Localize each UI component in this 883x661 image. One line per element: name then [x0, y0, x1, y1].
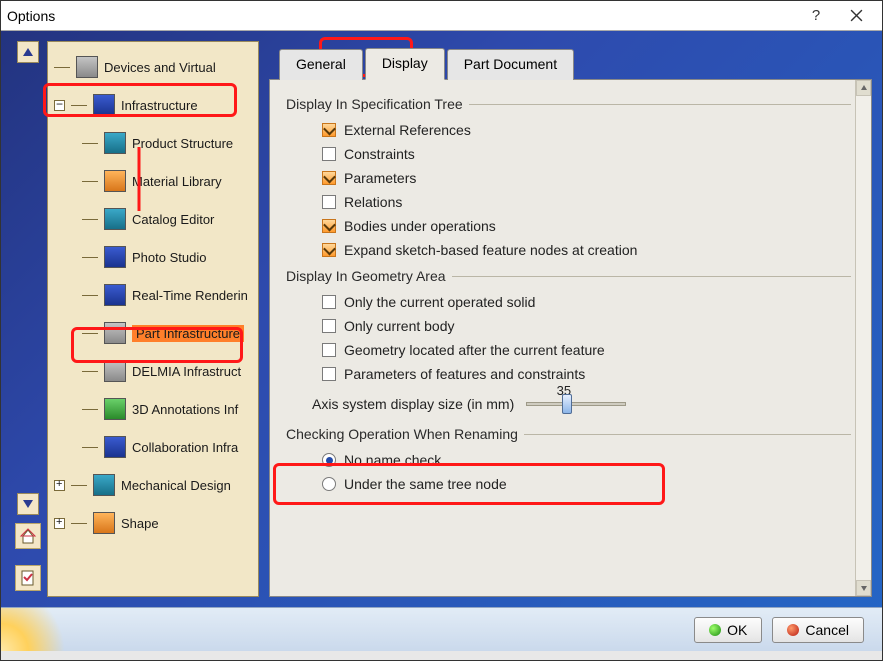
- scroll-down-button[interactable]: [17, 493, 39, 515]
- titlebar: Options ?: [1, 1, 882, 31]
- checkbox-icon[interactable]: [322, 367, 336, 381]
- checkbox-icon[interactable]: [322, 319, 336, 333]
- scrollbar-up-icon[interactable]: [856, 80, 871, 96]
- dialog-button-bar: OK Cancel: [1, 607, 882, 651]
- opt-relations[interactable]: Relations: [286, 190, 851, 214]
- checkbox-icon[interactable]: [322, 171, 336, 185]
- tab-general[interactable]: General: [279, 49, 363, 80]
- ok-icon: [709, 624, 721, 636]
- photo-studio-icon: [104, 246, 126, 268]
- tab-display[interactable]: Display: [365, 48, 445, 80]
- reset-tool-icon[interactable]: [15, 565, 41, 591]
- checkbox-icon[interactable]: [322, 147, 336, 161]
- checkbox-icon[interactable]: [322, 123, 336, 137]
- tab-bar: General Display Part Document: [269, 41, 872, 79]
- delmia-icon: [104, 360, 126, 382]
- opt-external-refs[interactable]: External References: [286, 118, 851, 142]
- axis-display-size-row: Axis system display size (in mm) 35: [286, 386, 851, 420]
- section-spec-tree: Display In Specification Tree: [286, 96, 851, 112]
- close-button[interactable]: [836, 2, 876, 30]
- tree-item-part-infrastructure[interactable]: Part Infrastructure: [48, 314, 258, 352]
- opt-geometry-after-feature[interactable]: Geometry located after the current featu…: [286, 338, 851, 362]
- cancel-button[interactable]: Cancel: [772, 617, 864, 643]
- tree-item-material-library[interactable]: Material Library: [48, 162, 258, 200]
- checkbox-icon[interactable]: [322, 295, 336, 309]
- gear-icon: [104, 322, 126, 344]
- tree-item-devices[interactable]: Devices and Virtual: [48, 48, 258, 86]
- radio-icon[interactable]: [322, 453, 336, 467]
- tree-item-shape[interactable]: Shape: [48, 504, 258, 542]
- help-button[interactable]: ?: [796, 2, 836, 30]
- axis-size-slider[interactable]: 35: [526, 402, 626, 406]
- scrollbar-down-icon[interactable]: [856, 580, 871, 596]
- vertical-scrollbar[interactable]: [855, 80, 871, 596]
- home-tool-icon[interactable]: [15, 523, 41, 549]
- section-geometry-area: Display In Geometry Area: [286, 268, 851, 284]
- settings-panel: Display In Specification Tree External R…: [269, 79, 872, 597]
- devices-icon: [76, 56, 98, 78]
- tree-item-catalog-editor[interactable]: Catalog Editor: [48, 200, 258, 238]
- tree-item-product-structure[interactable]: Product Structure: [48, 124, 258, 162]
- slider-thumb[interactable]: [562, 394, 572, 414]
- cancel-icon: [787, 624, 799, 636]
- expand-icon[interactable]: [54, 480, 65, 491]
- shape-icon: [93, 512, 115, 534]
- tree-item-3d-annotations[interactable]: 3D Annotations Inf: [48, 390, 258, 428]
- tree-item-mechanical-design[interactable]: Mechanical Design: [48, 466, 258, 504]
- opt-parameters[interactable]: Parameters: [286, 166, 851, 190]
- opt-bodies-under-ops[interactable]: Bodies under operations: [286, 214, 851, 238]
- tree-item-realtime-rendering[interactable]: Real-Time Renderin: [48, 276, 258, 314]
- checkbox-icon[interactable]: [322, 243, 336, 257]
- opt-same-tree-node[interactable]: Under the same tree node: [286, 472, 851, 496]
- left-toolbar: [11, 41, 45, 597]
- mech-design-icon: [93, 474, 115, 496]
- scroll-up-button[interactable]: [17, 41, 39, 63]
- product-structure-icon: [104, 132, 126, 154]
- section-renaming: Checking Operation When Renaming: [286, 426, 851, 442]
- catalog-editor-icon: [104, 208, 126, 230]
- ok-button[interactable]: OK: [694, 617, 762, 643]
- window-title: Options: [7, 8, 55, 24]
- checkbox-icon[interactable]: [322, 343, 336, 357]
- radio-icon[interactable]: [322, 477, 336, 491]
- axis-label: Axis system display size (in mm): [312, 396, 514, 412]
- material-library-icon: [104, 170, 126, 192]
- checkbox-icon[interactable]: [322, 195, 336, 209]
- infrastructure-icon: [93, 94, 115, 116]
- opt-only-current-body[interactable]: Only current body: [286, 314, 851, 338]
- nav-tree: Devices and Virtual Infrastructure Produ…: [47, 41, 259, 597]
- annotation-icon: [104, 398, 126, 420]
- checkbox-icon[interactable]: [322, 219, 336, 233]
- opt-constraints[interactable]: Constraints: [286, 142, 851, 166]
- opt-expand-sketch-nodes[interactable]: Expand sketch-based feature nodes at cre…: [286, 238, 851, 262]
- tree-item-delmia[interactable]: DELMIA Infrastruct: [48, 352, 258, 390]
- collaboration-icon: [104, 436, 126, 458]
- tree-item-collaboration[interactable]: Collaboration Infra: [48, 428, 258, 466]
- rendering-icon: [104, 284, 126, 306]
- tab-part-document[interactable]: Part Document: [447, 49, 574, 80]
- opt-only-current-solid[interactable]: Only the current operated solid: [286, 290, 851, 314]
- collapse-icon[interactable]: [54, 100, 65, 111]
- tree-item-photo-studio[interactable]: Photo Studio: [48, 238, 258, 276]
- expand-icon[interactable]: [54, 518, 65, 529]
- opt-no-name-check[interactable]: No name check: [286, 448, 851, 472]
- tree-item-infrastructure[interactable]: Infrastructure: [48, 86, 258, 124]
